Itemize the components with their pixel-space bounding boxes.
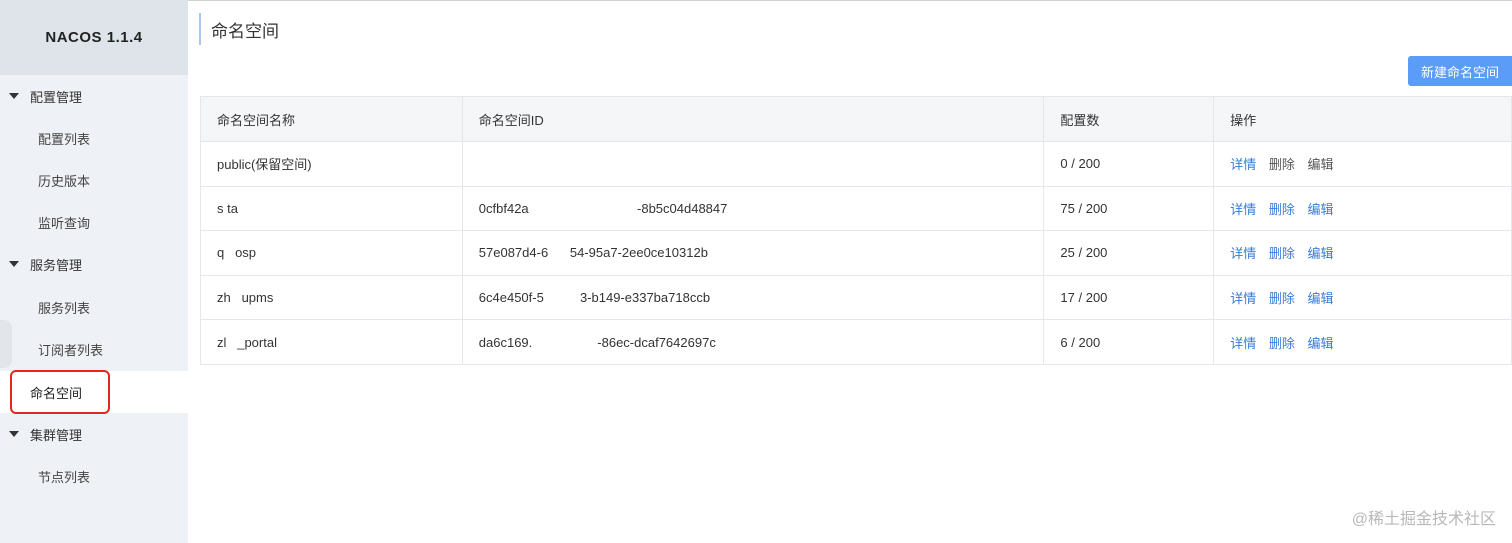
edit-link[interactable]: 编辑 (1308, 336, 1334, 351)
delete-link[interactable]: 删除 (1269, 291, 1295, 306)
nav-group-service[interactable]: 服务管理 (0, 243, 188, 285)
column-header-id: 命名空间ID (461, 96, 1045, 142)
delete-link[interactable]: 删除 (1269, 246, 1295, 261)
cell-operations: 详情 删除 编辑 (1213, 274, 1512, 321)
delete-link[interactable]: 删除 (1269, 157, 1295, 172)
edit-link[interactable]: 编辑 (1308, 246, 1334, 261)
cell-namespace-id (461, 141, 1045, 187)
app-title: NACOS 1.1.4 (0, 0, 188, 75)
cell-namespace-name: q osp (200, 230, 463, 276)
nav-group-cluster[interactable]: 集群管理 (0, 413, 188, 455)
sidebar-item-listener-query[interactable]: 监听查询 (0, 201, 188, 243)
cell-namespace-id: 0cfbf42a -8b5c04d48847 (461, 185, 1045, 232)
delete-link[interactable]: 删除 (1269, 336, 1295, 351)
detail-link[interactable]: 详情 (1230, 291, 1256, 306)
cell-config-count: 6 / 200 (1043, 319, 1215, 365)
detail-link[interactable]: 详情 (1230, 157, 1256, 172)
edit-link[interactable]: 编辑 (1308, 202, 1334, 217)
table-header-row: 命名空间名称 命名空间ID 配置数 操作 (200, 96, 1512, 142)
sidebar: NACOS 1.1.4 配置管理 配置列表 历史版本 监听查询 服务管理 服务列… (0, 0, 188, 543)
caret-down-icon (9, 261, 19, 267)
watermark: @稀土掘金技术社区 (1351, 511, 1496, 528)
caret-down-icon (9, 431, 19, 437)
cell-namespace-name: zl _portal (200, 319, 463, 365)
cell-namespace-id: da6c169. -86ec-dcaf7642697c (461, 319, 1045, 365)
edit-link[interactable]: 编辑 (1308, 291, 1334, 306)
column-header-count: 配置数 (1043, 96, 1215, 142)
detail-link[interactable]: 详情 (1230, 246, 1256, 261)
nav-group-label: 服务管理 (30, 257, 83, 273)
divider (188, 0, 1512, 1)
nav-group-config[interactable]: 配置管理 (0, 75, 188, 117)
column-header-name: 命名空间名称 (200, 96, 463, 142)
sidebar-item-service-list[interactable]: 服务列表 (0, 286, 188, 328)
main-content: 命名空间 新建命名空间 命名空间名称 命名空间ID 配置数 操作 public(… (188, 0, 1512, 543)
new-namespace-button[interactable]: 新建命名空间 (1408, 56, 1512, 86)
edit-link[interactable]: 编辑 (1308, 157, 1334, 172)
cell-operations: 详情 删除 编辑 (1213, 185, 1512, 232)
cell-namespace-name: zh upms (200, 274, 463, 321)
table-row: zl _portal da6c169. -86ec-dcaf7642697c 6… (200, 319, 1512, 365)
cell-operations: 详情 删除 编辑 (1213, 319, 1512, 365)
highlight-outline (10, 370, 110, 414)
sidebar-item-history[interactable]: 历史版本 (0, 159, 188, 201)
delete-link[interactable]: 删除 (1269, 202, 1295, 217)
cell-config-count: 17 / 200 (1043, 274, 1215, 321)
table-row: q osp 57e087d4-6 54-95a7-2ee0ce10312b 25… (200, 230, 1512, 276)
cell-namespace-id: 57e087d4-6 54-95a7-2ee0ce10312b (461, 230, 1045, 276)
sidebar-item-subscribers[interactable]: 订阅者列表 (0, 328, 188, 370)
cell-config-count: 75 / 200 (1043, 185, 1215, 232)
cell-namespace-name: public(保留空间) (200, 141, 463, 187)
sidebar-item-nodes[interactable]: 节点列表 (0, 455, 188, 497)
page-title: 命名空间 (199, 13, 279, 45)
table-row: zh upms 6c4e450f-5 3-b149-e337ba718ccb 1… (200, 274, 1512, 321)
cell-operations: 详情 删除 编辑 (1213, 141, 1512, 187)
nav-group-label: 集群管理 (30, 427, 83, 443)
cell-config-count: 0 / 200 (1043, 141, 1215, 187)
cell-config-count: 25 / 200 (1043, 230, 1215, 276)
table-row: public(保留空间) 0 / 200 详情 删除 编辑 (200, 141, 1512, 187)
detail-link[interactable]: 详情 (1230, 202, 1256, 217)
sidebar-item-config-list[interactable]: 配置列表 (0, 117, 188, 159)
detail-link[interactable]: 详情 (1230, 336, 1256, 351)
namespace-table: 命名空间名称 命名空间ID 配置数 操作 public(保留空间) 0 / 20… (200, 96, 1512, 365)
cell-operations: 详情 删除 编辑 (1213, 230, 1512, 276)
caret-down-icon (9, 93, 19, 99)
table-row: s ta 0cfbf42a -8b5c04d48847 75 / 200 详情 … (200, 185, 1512, 232)
cell-namespace-name: s ta (200, 185, 463, 232)
column-header-ops: 操作 (1213, 96, 1512, 142)
nav-group-label: 配置管理 (30, 89, 83, 105)
cell-namespace-id: 6c4e450f-5 3-b149-e337ba718ccb (461, 274, 1045, 321)
